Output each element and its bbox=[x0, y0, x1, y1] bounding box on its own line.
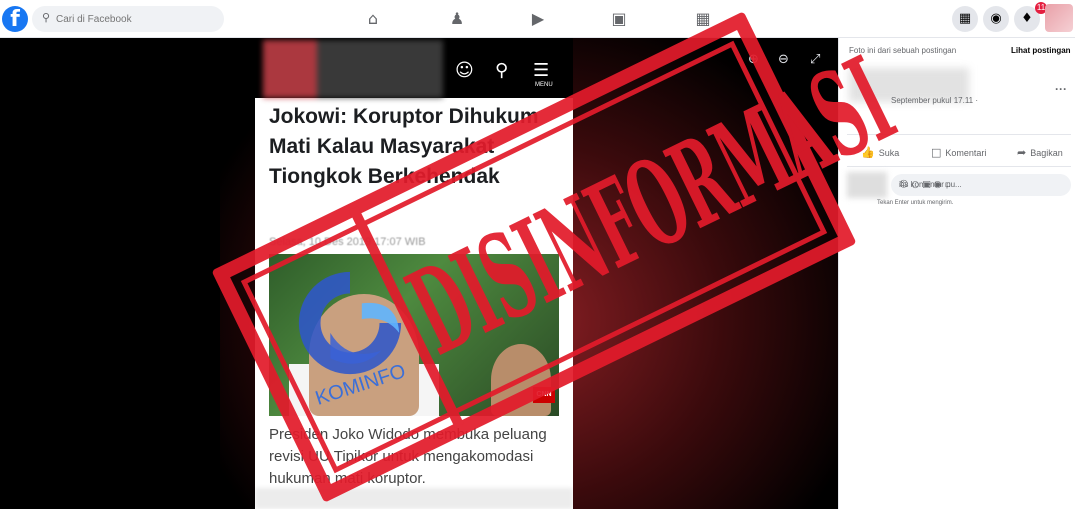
menu-label: MENU bbox=[535, 82, 553, 88]
watch-icon[interactable]: ▶ bbox=[527, 8, 549, 30]
enter-hint: Tekan Enter untuk mengirim. bbox=[877, 200, 954, 206]
comment-button[interactable]: □ Komentari bbox=[931, 146, 986, 159]
account-icon: ☺ bbox=[455, 60, 474, 81]
home-icon[interactable]: ⌂ bbox=[362, 8, 384, 30]
more-options-icon[interactable]: ··· bbox=[1055, 82, 1067, 96]
search-icon: ⚲ bbox=[495, 60, 509, 81]
comment-composer: ilis komentar pu... ☺○▣◉▫ bbox=[847, 172, 1071, 198]
blurred-footer bbox=[255, 488, 573, 509]
search-bar[interactable]: ⚲ bbox=[32, 6, 224, 32]
search-input[interactable] bbox=[56, 10, 216, 28]
share-button[interactable]: ➦ Bagikan bbox=[1017, 146, 1063, 159]
friends-icon[interactable]: ♟ bbox=[446, 8, 468, 30]
top-navigation-bar: f ⚲ ⌂ ♟ ▶ ▣ ▦ ▦ ◉ ♦ 11 bbox=[0, 0, 1075, 38]
comment-label: Komentari bbox=[945, 148, 987, 158]
messenger-icon[interactable]: ◉ bbox=[983, 6, 1009, 32]
news-site-header: ☺ ⚲ ☰ MENU bbox=[255, 38, 573, 98]
post-timestamp[interactable]: September pukul 17.11 · bbox=[891, 96, 978, 105]
photo-source-note: Foto ini dari sebuah postingan bbox=[849, 46, 957, 55]
share-label: Bagikan bbox=[1030, 148, 1063, 158]
menu-grid-icon[interactable]: ▦ bbox=[952, 6, 978, 32]
share-icon: ➦ bbox=[1017, 146, 1027, 159]
blurred-site-logo bbox=[263, 40, 443, 98]
profile-avatar[interactable] bbox=[1045, 4, 1073, 32]
hamburger-menu-icon: ☰ bbox=[533, 60, 550, 81]
search-icon: ⚲ bbox=[42, 12, 51, 24]
facebook-logo[interactable]: f bbox=[2, 6, 28, 32]
comment-icon: □ bbox=[931, 146, 942, 159]
screen: f ⚲ ⌂ ♟ ▶ ▣ ▦ ▦ ◉ ♦ 11 ⊕ ⊖ ⤢ ☺ ⚲ ☰ MENU … bbox=[0, 0, 1075, 509]
comment-input[interactable]: ilis komentar pu... ☺○▣◉▫ bbox=[891, 174, 1071, 196]
see-post-link[interactable]: Lihat postingan bbox=[1011, 46, 1071, 55]
marketplace-icon[interactable]: ▣ bbox=[608, 8, 630, 30]
comment-tool-icons[interactable]: ☺○▣◉▫ bbox=[899, 180, 954, 190]
